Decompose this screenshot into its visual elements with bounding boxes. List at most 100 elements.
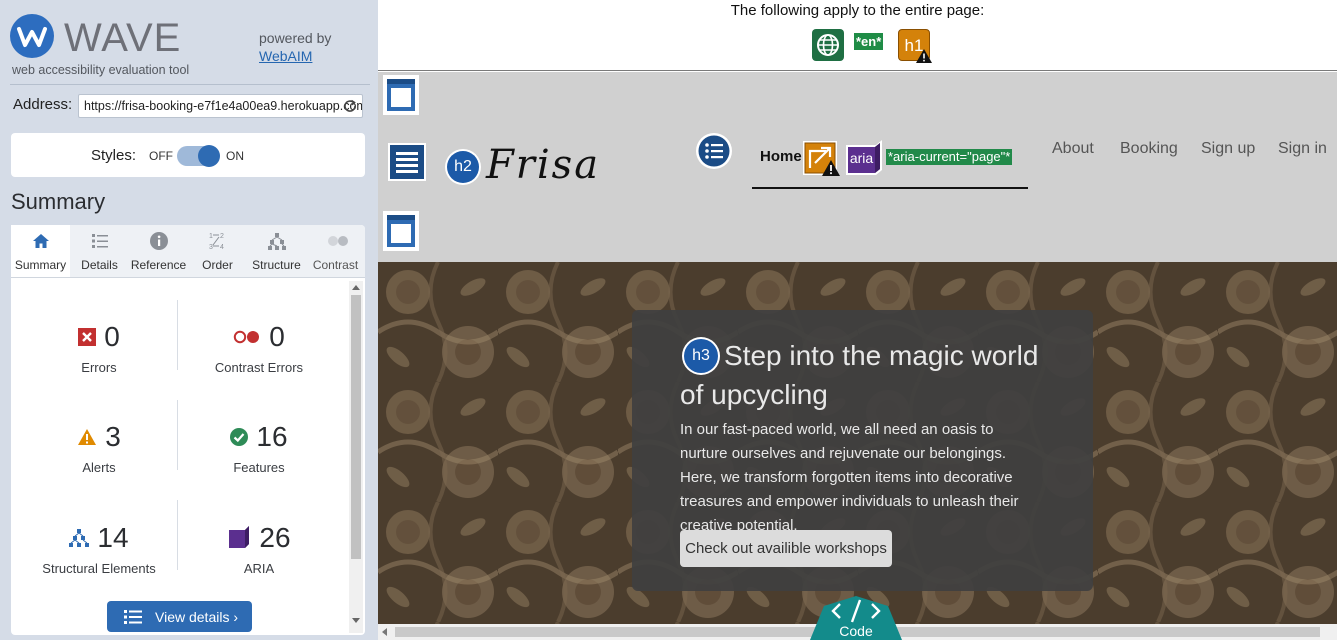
toggle-knob [198,145,220,167]
nav-signup-link[interactable]: Sign up [1201,140,1255,158]
webaim-link[interactable]: WebAIM [259,48,312,64]
tab-reference[interactable]: Reference [129,225,188,277]
wave-sidebar: WAVE web accessibility evaluation tool p… [0,0,378,640]
feature-icon [230,428,249,446]
styles-toggle-box: Styles: OFF ON [11,133,365,177]
site-brand-logo[interactable]: Frisa [486,142,600,188]
view-details-button[interactable]: View details › [107,601,252,632]
divider [10,84,370,85]
aria-icon [229,526,250,548]
hero-section: h3 Step into the magic world of upcyclin… [378,262,1337,624]
aria-current-annotation[interactable]: *aria-current="page"* [886,149,1013,165]
contrast-errors-count: 0 [269,321,285,352]
features-stat[interactable]: 16 Features [179,421,339,493]
features-count: 16 [256,421,288,452]
nav-home-link[interactable]: Home [760,148,802,165]
alerts-stat[interactable]: 3 Alerts [19,421,179,493]
svg-text:1: 1 [209,233,213,240]
svg-text:2: 2 [220,233,224,240]
language-icon[interactable] [812,29,844,66]
structure-icon [267,231,287,251]
errors-stat[interactable]: 0 Errors [19,321,179,393]
lang-badge[interactable]: *en* [854,33,884,50]
evaluated-page: The following apply to the entire page: … [378,0,1337,640]
nav-active-underline [752,187,1028,189]
global-annotations-text: The following apply to the entire page: [730,2,985,19]
svg-text:4: 4 [220,244,224,251]
navigation-landmark-icon[interactable] [386,141,428,183]
divider [177,500,178,570]
error-icon [78,328,97,346]
warning-icon [916,49,932,63]
list-icon [90,231,110,251]
alert-icon [78,429,97,445]
scroll-thumb[interactable] [351,295,361,559]
home-icon [31,231,51,251]
workshops-button[interactable]: Check out availible workshops [680,530,892,567]
list-structure-icon[interactable] [695,132,733,170]
site-header: h2 Frisa Home aria *aria-current="page"*… [378,72,1337,262]
main-landmark-icon[interactable] [382,210,420,252]
summary-panel: Summary Details Reference 1234 Order Str… [11,225,365,635]
tab-order-label: Order [202,258,233,272]
errors-label: Errors [81,360,117,375]
divider [11,277,365,278]
tab-reference-label: Reference [130,258,187,272]
structural-elements-count: 14 [97,522,129,553]
header-landmark-icon[interactable] [382,74,420,116]
styles-on-label: ON [226,149,244,163]
structural-elements-label: Structural Elements [42,561,156,576]
structure-icon [69,529,90,547]
warning-icon [822,160,840,176]
divider [177,300,178,370]
contrast-errors-label: Contrast Errors [214,360,304,375]
tab-bar: Summary Details Reference 1234 Order Str… [11,225,365,277]
reload-icon[interactable] [342,98,358,114]
svg-text:3: 3 [209,244,213,251]
aria-count: 26 [259,522,291,553]
contrast-error-icon [234,330,260,344]
contrast-errors-stat[interactable]: 0 Contrast Errors [179,321,339,393]
scroll-up-arrow-icon[interactable] [352,285,360,290]
nav-booking-link[interactable]: Booking [1120,140,1178,158]
tab-details[interactable]: Details [70,225,129,277]
view-details-label: View details › [155,609,239,625]
wave-title: WAVE [64,16,182,60]
aria-label: ARIA [243,561,275,576]
nav-signin-link[interactable]: Sign in [1278,140,1327,158]
tab-structure-label: Structure [252,258,301,272]
wave-window: WAVE web accessibility evaluation tool p… [0,0,1337,640]
aria-badge-label: aria [849,150,874,166]
panel-scrollbar[interactable] [349,281,363,633]
tab-summary[interactable]: Summary [11,225,70,277]
tab-contrast-label: Contrast [312,258,359,272]
scroll-down-arrow-icon[interactable] [352,618,360,623]
hero-paragraph: In our fast-paced world, we all need an … [680,421,1019,534]
h2-badge-label: h2 [447,151,479,183]
wave-tagline: web accessibility evaluation tool [12,63,190,77]
code-toggle-button[interactable]: Code [810,596,902,640]
hero-card: h3 Step into the magic world of upcyclin… [632,310,1093,591]
tab-structure[interactable]: Structure [247,225,306,277]
tab-contrast[interactable]: Contrast [306,225,365,277]
tab-summary-label: Summary [14,258,67,272]
alerts-count: 3 [105,421,121,452]
errors-count: 0 [104,321,120,352]
divider [177,400,178,470]
nav-about-link[interactable]: About [1052,140,1094,158]
info-icon [149,231,169,251]
code-label: Code [839,623,873,639]
address-input[interactable]: https://frisa-booking-e7f1e4a00ea9.herok… [78,94,363,118]
structural-elements-stat[interactable]: 14 Structural Elements [19,522,179,594]
aria-stat[interactable]: 26 ARIA [179,522,339,594]
summary-heading: Summary [11,189,106,214]
list-icon [124,610,142,624]
styles-off-label: OFF [149,149,173,163]
address-label: Address: [13,96,73,113]
tab-details-label: Details [81,258,118,272]
tab-order[interactable]: 1234 Order [188,225,247,277]
aria-attribute-icon[interactable]: aria [845,140,883,176]
scroll-left-arrow-icon[interactable] [382,628,387,636]
h2-heading-icon[interactable]: h2 [445,149,481,185]
styles-toggle[interactable] [177,145,220,167]
